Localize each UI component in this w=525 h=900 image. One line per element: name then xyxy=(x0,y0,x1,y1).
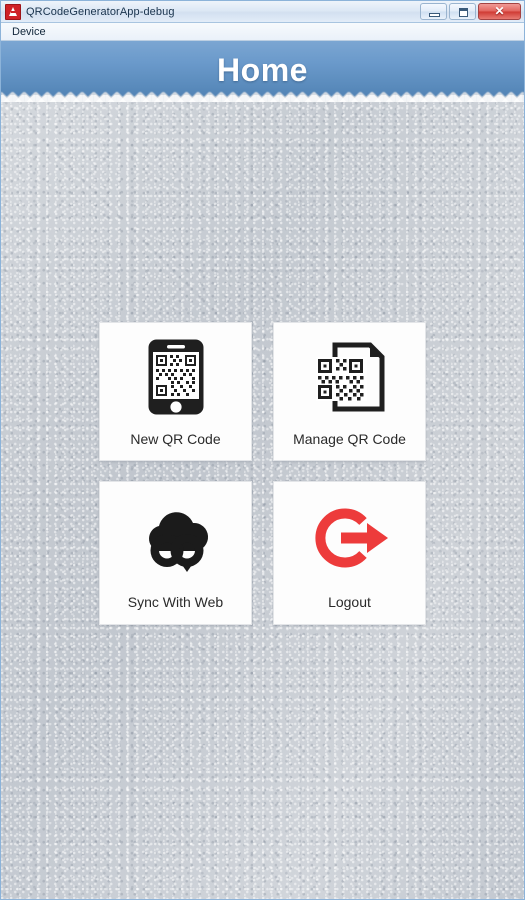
home-menu-grid: New QR Code Manage QR Code Sync With Web… xyxy=(99,322,427,625)
window-title: QRCodeGeneratorApp-debug xyxy=(26,5,175,18)
card-label: Manage QR Code xyxy=(293,430,406,447)
maximize-button[interactable] xyxy=(449,3,476,20)
close-icon: ✕ xyxy=(494,4,505,18)
close-button[interactable]: ✕ xyxy=(478,3,521,20)
app-header: Home xyxy=(1,41,524,102)
window-title-bar: QRCodeGeneratorApp-debug ✕ xyxy=(1,1,524,23)
cloud-sync-icon xyxy=(100,482,251,595)
smartphone-qr-icon xyxy=(100,323,251,432)
card-label: Sync With Web xyxy=(127,593,224,610)
minimize-button[interactable] xyxy=(420,3,447,20)
menu-item-device[interactable]: Device xyxy=(8,26,50,38)
maximize-icon xyxy=(459,8,468,17)
menu-bar: Device xyxy=(1,23,524,41)
document-qr-icon xyxy=(274,323,425,432)
device-screen: Home New QR Code Manage QR Code Sync Wit… xyxy=(1,41,524,899)
adobe-air-icon xyxy=(5,3,21,20)
card-label: New QR Code xyxy=(130,430,221,447)
window-controls: ✕ xyxy=(420,3,521,20)
card-logout[interactable]: Logout xyxy=(273,481,426,625)
header-sawtooth-highlight xyxy=(1,95,524,102)
card-label: Logout xyxy=(328,593,371,610)
card-sync-with-web[interactable]: Sync With Web xyxy=(99,481,252,625)
page-title: Home xyxy=(217,51,308,88)
card-manage-qr-code[interactable]: Manage QR Code xyxy=(273,322,426,461)
logout-arrow-icon xyxy=(274,482,425,595)
application-window: QRCodeGeneratorApp-debug ✕ Device Home N… xyxy=(0,0,525,900)
minimize-icon xyxy=(429,13,440,17)
card-new-qr-code[interactable]: New QR Code xyxy=(99,322,252,461)
